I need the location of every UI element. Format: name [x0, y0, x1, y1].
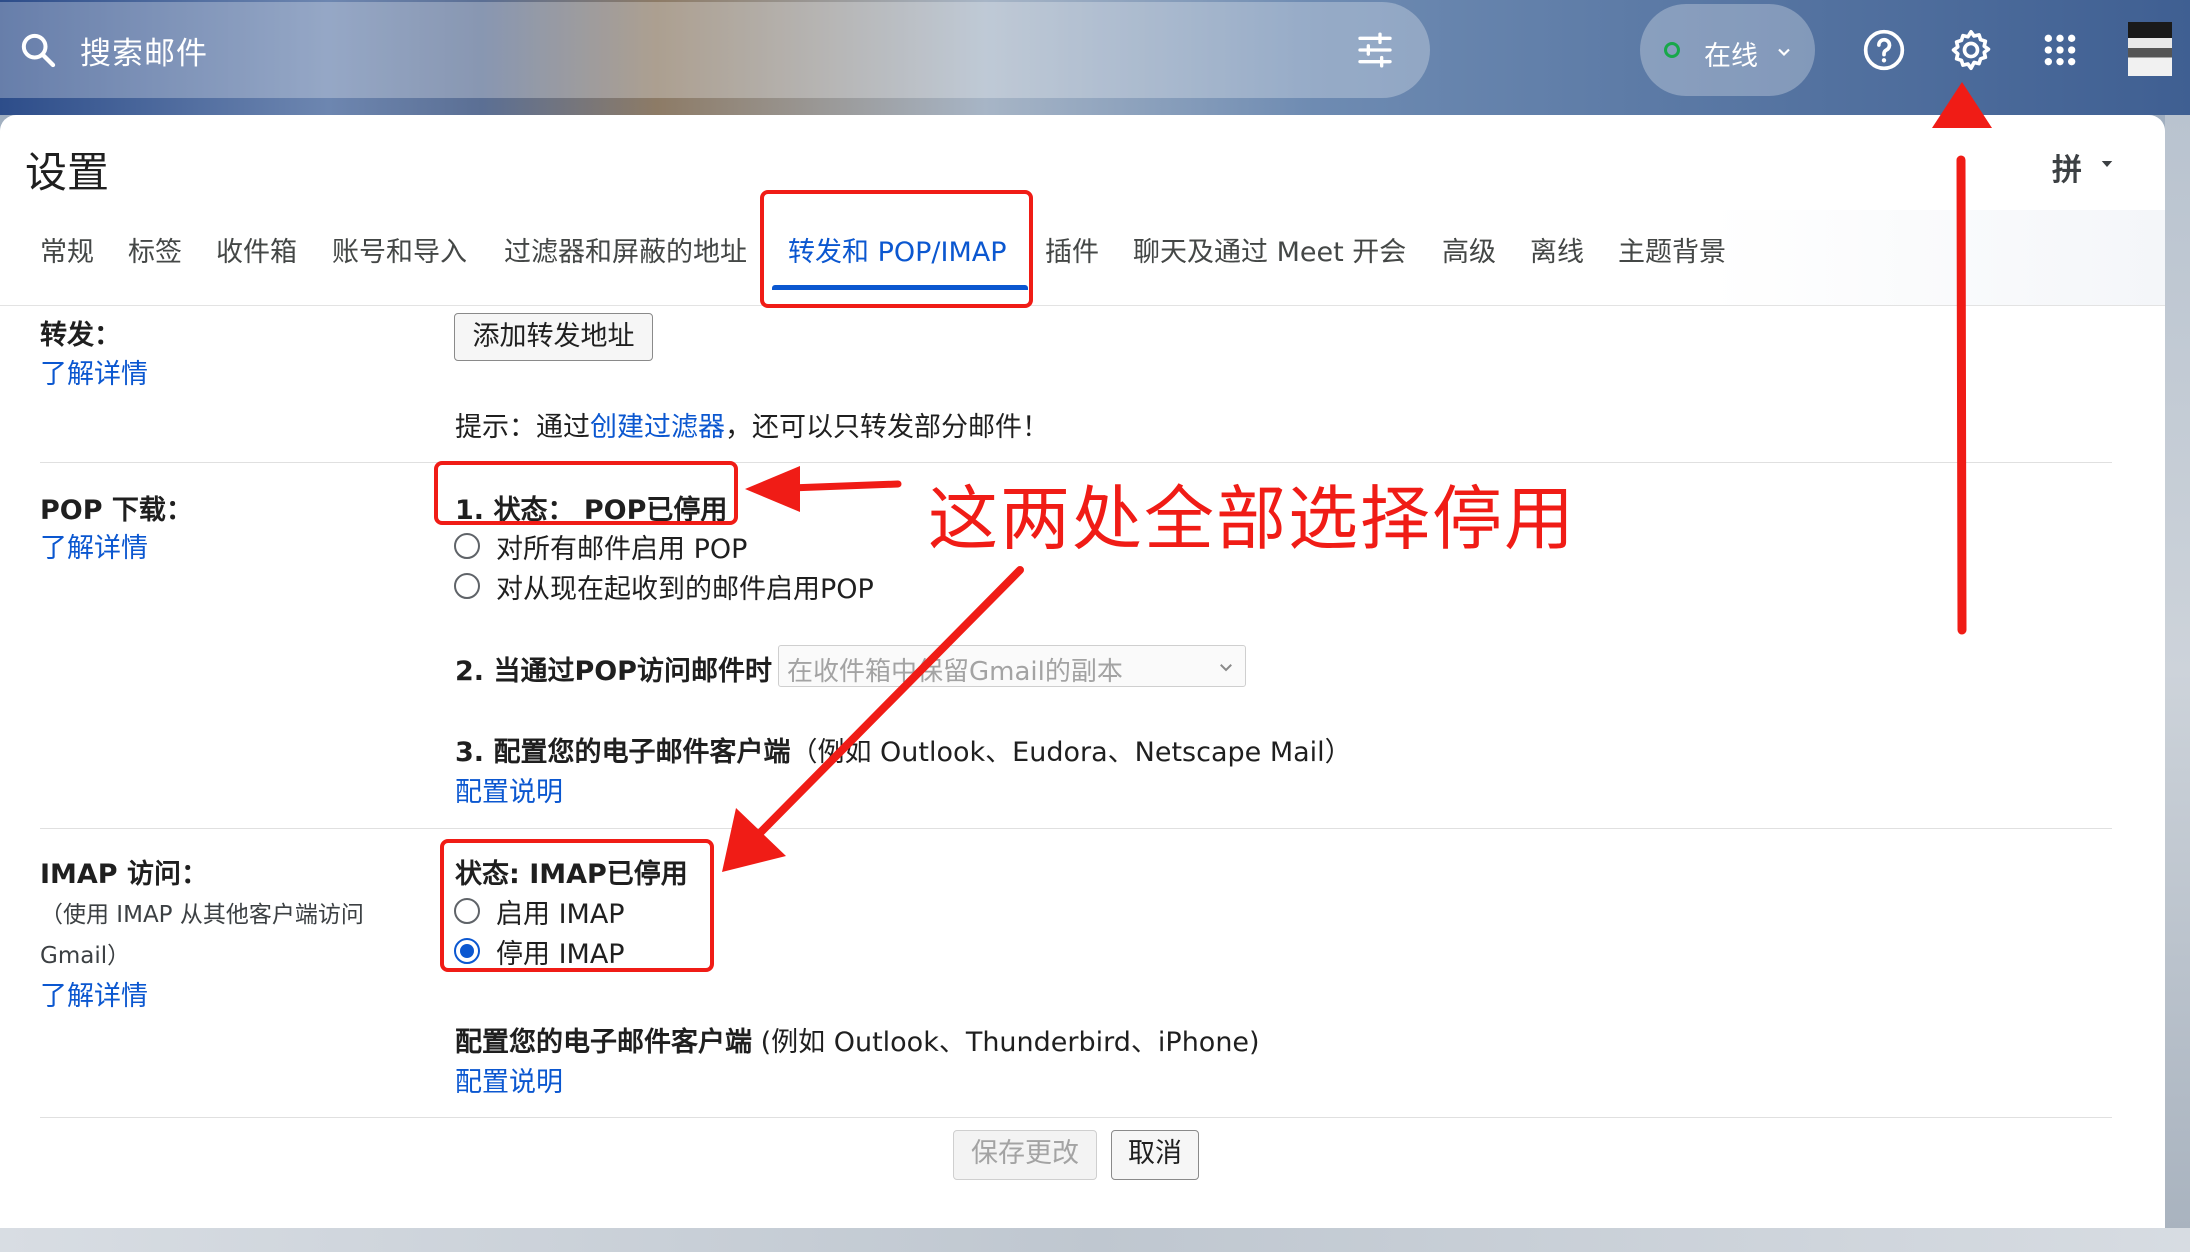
- pop-access-select-value: 在收件箱中保留Gmail的副本: [787, 657, 1123, 687]
- imap-configure-example: (例如 Outlook、Thunderbird、iPhone): [752, 1027, 1260, 1058]
- caret-down-icon[interactable]: [2098, 155, 2116, 173]
- input-method-indicator[interactable]: 拼: [2052, 145, 2082, 189]
- section-divider: [40, 828, 2112, 829]
- highlight-imap-status: [440, 839, 714, 972]
- search-bar[interactable]: 搜索邮件: [0, 2, 1430, 98]
- pop-access-label: 2. 当通过POP访问邮件时: [455, 656, 772, 687]
- tab-themes[interactable]: 主题背景: [1618, 230, 1726, 269]
- highlight-pop-status: [434, 461, 738, 525]
- apps-grid-icon[interactable]: [2040, 30, 2080, 70]
- pop-configure-client: 3. 配置您的电子邮件客户端（例如 Outlook、Eudora、Netscap…: [455, 730, 1352, 769]
- chevron-down-icon: [1220, 664, 1232, 672]
- forwarding-learn-more-link[interactable]: 了解详情: [40, 352, 148, 391]
- background-photo-bottom: [0, 1228, 2190, 1252]
- cancel-button[interactable]: 取消: [1111, 1130, 1199, 1180]
- tab-offline[interactable]: 离线: [1530, 230, 1584, 269]
- imap-configure-instructions-link[interactable]: 配置说明: [455, 1060, 563, 1099]
- tab-labels[interactable]: 标签: [128, 230, 182, 269]
- search-options-icon[interactable]: [1355, 30, 1395, 70]
- tab-advanced[interactable]: 高级: [1442, 230, 1496, 269]
- pop-configure-label: 3. 配置您的电子邮件客户端: [455, 737, 791, 768]
- pop-enable-all-label[interactable]: 对所有邮件启用 POP: [496, 527, 747, 566]
- imap-note-line1: （使用 IMAP 从其他客户端访问: [40, 902, 364, 928]
- tab-general[interactable]: 常规: [40, 230, 94, 269]
- pop-enable-all-radio[interactable]: [454, 533, 480, 559]
- pop-learn-more-link[interactable]: 了解详情: [40, 526, 148, 565]
- tab-inbox[interactable]: 收件箱: [216, 230, 297, 269]
- search-icon[interactable]: [18, 30, 58, 70]
- gear-icon[interactable]: [1948, 27, 1994, 73]
- settings-tabs: 常规 标签 收件箱 账号和导入 过滤器和屏蔽的地址 转发和 POP/IMAP 插…: [0, 210, 2165, 306]
- section-divider: [40, 1117, 2112, 1118]
- avatar[interactable]: [2128, 22, 2172, 76]
- imap-configure-client: 配置您的电子邮件客户端 (例如 Outlook、Thunderbird、iPho…: [455, 1020, 1260, 1059]
- chevron-down-icon: [1778, 48, 1790, 57]
- save-changes-button[interactable]: 保存更改: [953, 1130, 1097, 1180]
- add-forwarding-address-button[interactable]: 添加转发地址: [454, 313, 653, 361]
- online-status-icon: [1664, 42, 1680, 58]
- tab-chat-meet[interactable]: 聊天及通过 Meet 开会: [1133, 230, 1406, 269]
- imap-configure-label: 配置您的电子邮件客户端: [455, 1027, 752, 1058]
- page-title: 设置: [25, 148, 110, 197]
- tab-addons[interactable]: 插件: [1045, 230, 1099, 269]
- forwarding-tip: 提示：通过创建过滤器，还可以只转发部分邮件！: [455, 405, 1049, 444]
- pop-enable-from-now-label[interactable]: 对从现在起收到的邮件启用POP: [496, 567, 874, 606]
- tip-suffix: ，还可以只转发部分邮件！: [725, 412, 1049, 443]
- tip-prefix: 提示：通过: [455, 412, 590, 443]
- pop-access-select[interactable]: 在收件箱中保留Gmail的副本: [778, 645, 1246, 687]
- create-filter-link[interactable]: 创建过滤器: [590, 412, 725, 443]
- pop-enable-from-now-radio[interactable]: [454, 573, 480, 599]
- tab-filters-blocked[interactable]: 过滤器和屏蔽的地址: [504, 230, 747, 269]
- status-selector[interactable]: 在线: [1640, 4, 1815, 96]
- annotation-instruction: 这两处全部选择停用: [928, 478, 1576, 560]
- tab-accounts-import[interactable]: 账号和导入: [332, 230, 467, 269]
- imap-learn-more-link[interactable]: 了解详情: [40, 974, 148, 1013]
- imap-access-label: IMAP 访问：: [40, 859, 208, 890]
- pop-configure-example: （例如 Outlook、Eudora、Netscape Mail）: [790, 737, 1352, 768]
- search-input[interactable]: 搜索邮件: [80, 28, 208, 73]
- background-photo-right: [2165, 115, 2190, 1228]
- pop-configure-instructions-link[interactable]: 配置说明: [455, 770, 563, 809]
- highlight-active-tab: [760, 190, 1033, 308]
- pop-download-label: POP 下载：: [40, 495, 193, 526]
- imap-note-line2: Gmail）: [40, 943, 131, 969]
- status-label: 在线: [1704, 41, 1758, 72]
- help-icon[interactable]: [1862, 28, 1906, 72]
- forwarding-label: 转发：: [40, 320, 121, 351]
